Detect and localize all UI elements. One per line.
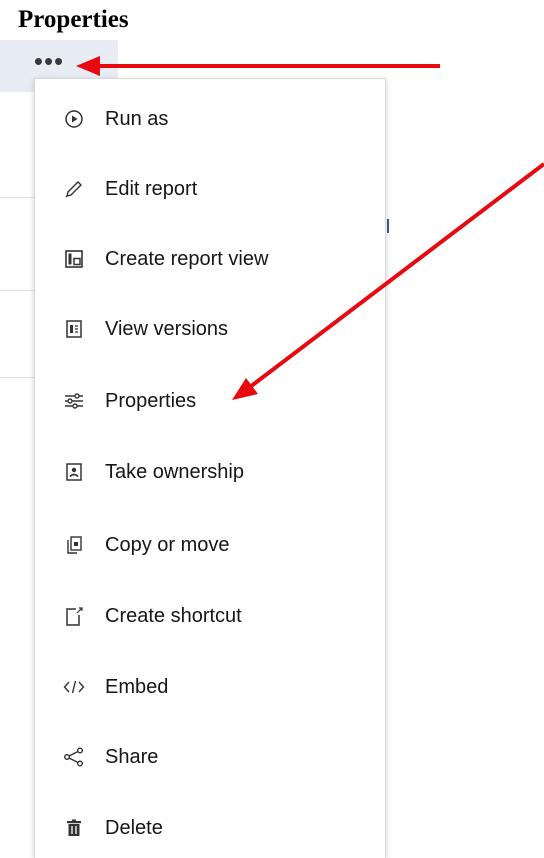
background-marker <box>387 219 389 233</box>
menu-item-label: Create report view <box>105 247 269 270</box>
shortcut-icon <box>63 605 85 627</box>
menu-item-label: Edit report <box>105 177 198 200</box>
menu-item-label: Properties <box>105 389 197 412</box>
menu-item-create-report-view[interactable]: Create report view <box>35 229 385 289</box>
page-title: Properties <box>18 6 129 33</box>
pencil-icon <box>63 178 85 200</box>
annotation-arrow <box>76 56 440 76</box>
menu-item-label: Run as <box>105 107 169 130</box>
context-menu: Run as Edit report Create report view Vi… <box>34 78 386 858</box>
run-icon <box>63 108 85 130</box>
menu-item-label: Embed <box>105 675 169 698</box>
menu-item-label: Copy or move <box>105 533 230 556</box>
versions-icon <box>63 318 85 340</box>
trash-icon <box>63 817 85 839</box>
menu-item-label: View versions <box>105 317 229 340</box>
share-icon <box>63 746 85 768</box>
menu-item-run-as[interactable]: Run as <box>35 89 385 149</box>
menu-item-create-shortcut[interactable]: Create shortcut <box>35 586 385 646</box>
menu-item-label: Delete <box>105 816 163 839</box>
user-badge-icon <box>63 461 85 483</box>
code-icon <box>63 676 85 698</box>
report-view-icon <box>63 248 85 270</box>
menu-item-edit-report[interactable]: Edit report <box>35 159 385 219</box>
background-divider <box>0 290 34 291</box>
menu-item-share[interactable]: Share <box>35 727 385 787</box>
menu-item-copy-or-move[interactable]: Copy or move <box>35 515 385 575</box>
sliders-icon <box>63 390 85 412</box>
menu-item-label: Create shortcut <box>105 604 242 627</box>
overflow-menu-icon: ••• <box>33 46 65 76</box>
menu-item-embed[interactable]: Embed <box>35 657 385 717</box>
background-divider <box>0 377 34 378</box>
menu-item-take-ownership[interactable]: Take ownership <box>35 442 385 502</box>
menu-item-delete[interactable]: Delete <box>35 798 385 858</box>
background-divider <box>0 197 34 198</box>
copy-icon <box>63 534 85 556</box>
menu-item-label: Take ownership <box>105 460 244 483</box>
menu-item-properties[interactable]: Properties <box>35 371 385 431</box>
menu-item-view-versions[interactable]: View versions <box>35 299 385 359</box>
menu-item-label: Share <box>105 745 159 768</box>
